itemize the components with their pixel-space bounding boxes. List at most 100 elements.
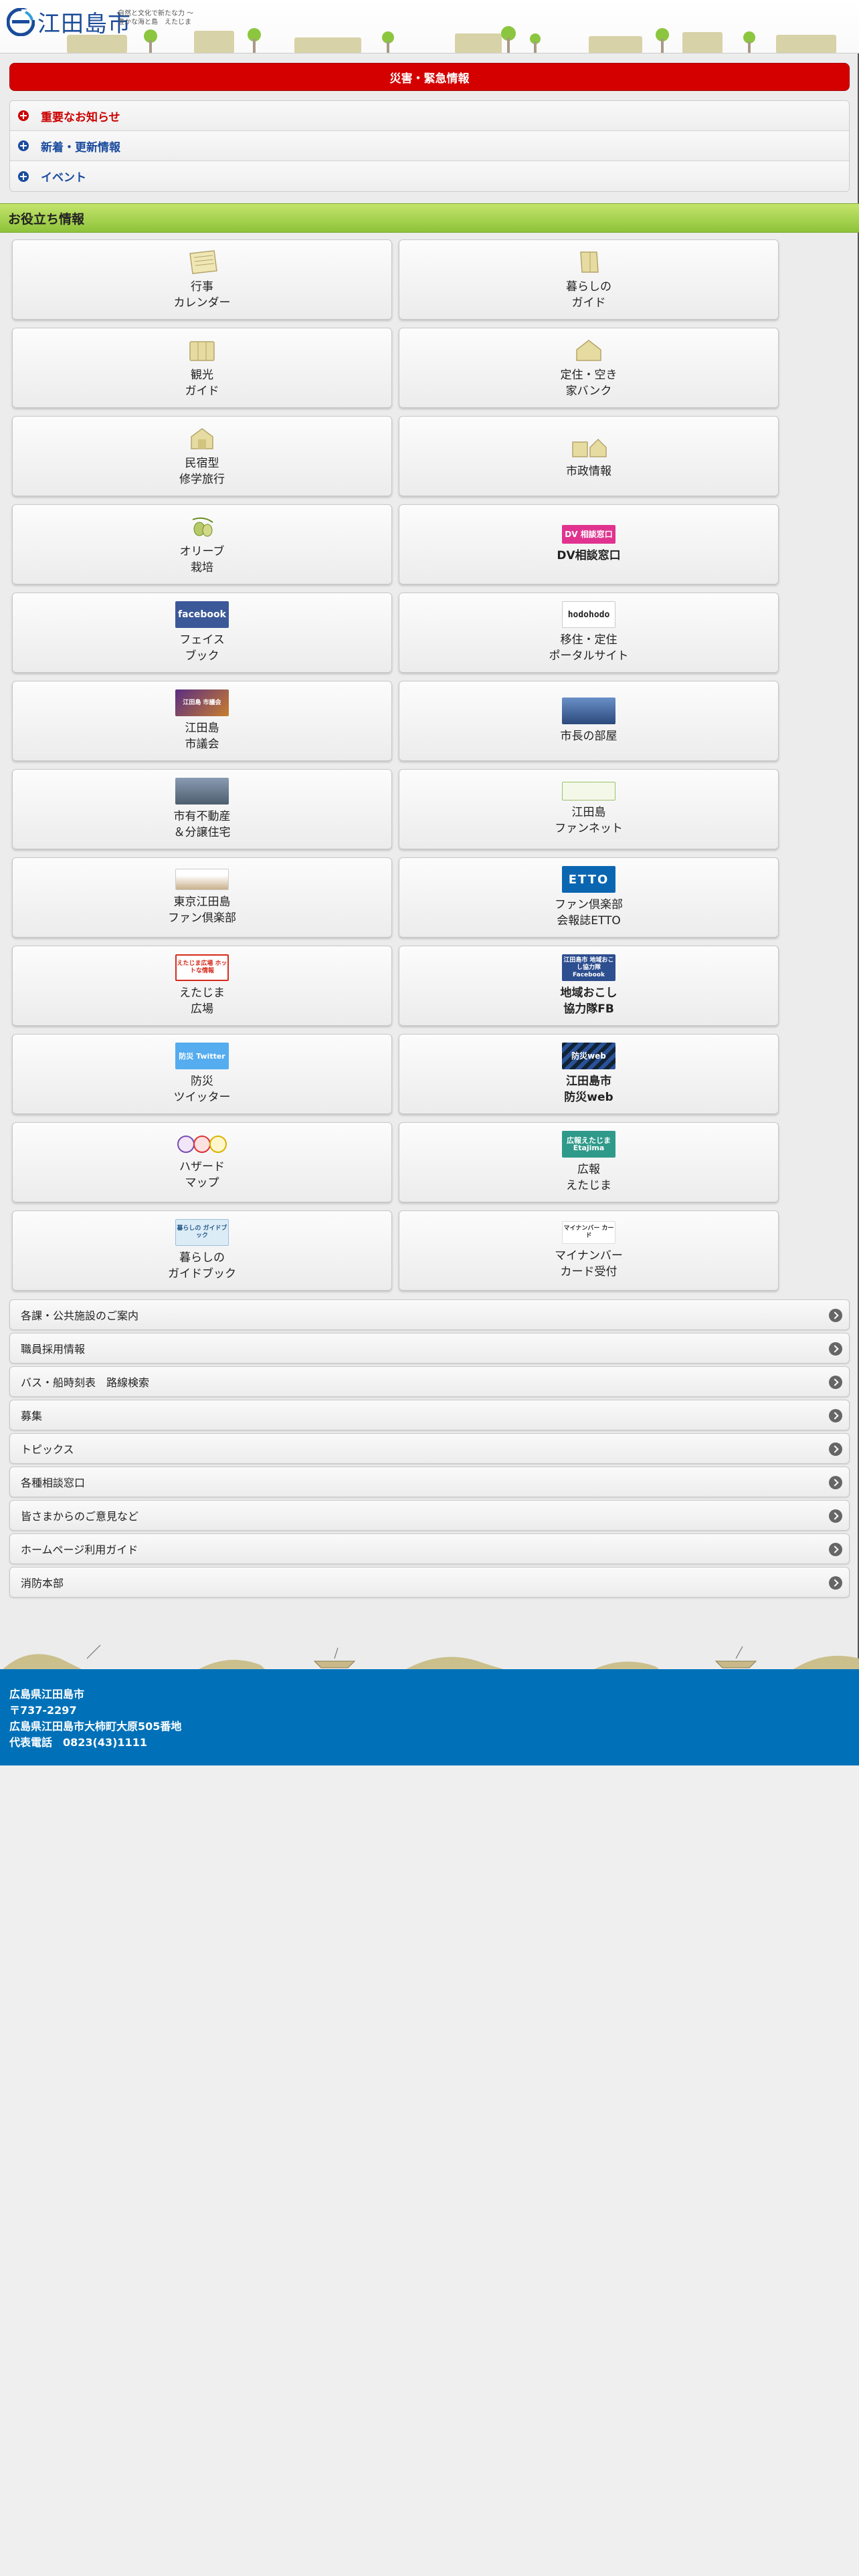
tile-label: 移住・定住 ポータルサイト [549, 633, 629, 663]
tile-label: 観光 ガイド [185, 368, 219, 398]
banner-text: 防災 Twitter [175, 1043, 229, 1069]
tile-mayors-room[interactable]: 市長の部屋 [399, 681, 779, 761]
plus-circle-icon [18, 110, 29, 121]
banner-text: DV 相談窓口 [562, 525, 615, 544]
lodging-icon [183, 425, 221, 451]
tile-city-real-estate[interactable]: 市有不動産 ＆分譲住宅 [12, 769, 392, 849]
footer-address: 広島県江田島市大柿町大原505番地 [9, 1720, 182, 1733]
tile-label: ファン倶楽部 会報誌ETTO [555, 898, 623, 928]
tile-settlement-vacant-house[interactable]: 定住・空き 家バンク [399, 328, 779, 408]
kouhou-banner-icon: 広報えたじま Etajima [562, 1131, 615, 1158]
tile-label: 江田島 ファンネット [555, 806, 623, 835]
emergency-info-button[interactable]: 災害・緊急情報 [9, 63, 850, 91]
banner-text: 江田島市 地域おこし協力隊 Facebook [562, 954, 615, 981]
tagline: 自然と文化で新たな力 ～豊かな海と島 えたじま [118, 10, 194, 26]
tile-label: 江田島市 防災web [564, 1075, 613, 1104]
tile-label: 民宿型 修学旅行 [179, 457, 225, 486]
tile-label: 市政情報 [566, 465, 611, 478]
tile-my-number-card[interactable]: マイナンバー カード マイナンバー カード受付 [399, 1210, 779, 1291]
tile-label: 防災 ツイッター [173, 1075, 231, 1104]
notice-new-updates[interactable]: 新着・更新情報 [10, 131, 849, 161]
tile-etajima-hiroba[interactable]: えたじま広場 ホットな情報 えたじま 広場 [12, 946, 392, 1026]
mayor-banner-icon [562, 697, 615, 724]
banner-text: 江田島 市議会 [175, 689, 229, 716]
tile-city-assembly[interactable]: 江田島 市議会 江田島 市議会 [12, 681, 392, 761]
guidebook-banner-icon: 暮らしの ガイドブック [175, 1219, 229, 1246]
tile-regional-revitalization-fb[interactable]: 江田島市 地域おこし協力隊 Facebook 地域おこし 協力隊FB [399, 946, 779, 1026]
link-departments-facilities[interactable]: 各課・公共施設のご案内 [9, 1299, 850, 1330]
link-fire-department[interactable]: 消防本部 [9, 1567, 850, 1598]
footer-postal-code: 〒737-2297 [9, 1704, 77, 1717]
facebook-banner-icon: facebook [175, 601, 229, 628]
tile-facebook[interactable]: facebook フェイス ブック [12, 593, 392, 673]
fannet-banner-icon [562, 782, 615, 800]
tile-disaster-twitter[interactable]: 防災 Twitter 防災 ツイッター [12, 1034, 392, 1114]
tile-label: 暮らしの ガイドブック [168, 1251, 236, 1281]
footer-org-name: 広島県江田島市 [9, 1688, 85, 1701]
tile-public-relations[interactable]: 広報えたじま Etajima 広報 えたじま [399, 1122, 779, 1202]
tile-label: 暮らしの ガイド [566, 280, 611, 310]
hodohodo-banner-icon: hodohodo [562, 601, 615, 628]
city-hall-icon [567, 433, 610, 459]
link-site-guide[interactable]: ホームページ利用ガイド [9, 1533, 850, 1564]
tile-dv-consultation[interactable]: DV 相談窓口 DV相談窓口 [399, 504, 779, 584]
link-consultation[interactable]: 各種相談窓口 [9, 1467, 850, 1497]
tile-tourism-guide[interactable]: 観光 ガイド [12, 328, 392, 408]
tile-tokyo-fan-club[interactable]: 東京江田島 ファン倶楽部 [12, 857, 392, 938]
chevron-right-icon [829, 1342, 842, 1356]
tile-municipal-info[interactable]: 市政情報 [399, 416, 779, 496]
banner-text: えたじま広場 ホットな情報 [175, 954, 229, 981]
bousai-twitter-banner-icon: 防災 Twitter [175, 1043, 229, 1069]
chevron-right-icon [829, 1376, 842, 1389]
footer-sea-illustration [0, 1644, 859, 1672]
tile-label: 東京江田島 ファン倶楽部 [168, 895, 236, 925]
link-label: ホームページ利用ガイド [21, 1543, 138, 1556]
site-header: 江田島市 自然と文化で新たな力 ～豊かな海と島 えたじま [0, 0, 859, 53]
calendar-icon [183, 248, 221, 275]
link-label: 職員採用情報 [21, 1343, 86, 1356]
tile-label: えたじま 広場 [179, 986, 225, 1016]
link-recruitment[interactable]: 職員採用情報 [9, 1333, 850, 1364]
chevron-right-icon [829, 1309, 842, 1322]
tile-hazard-map[interactable]: ハザード マップ [12, 1122, 392, 1202]
mynumber-banner-icon: マイナンバー カード [562, 1221, 615, 1244]
banner-text: マイナンバー カード [562, 1221, 615, 1244]
tile-fan-net[interactable]: 江田島 ファンネット [399, 769, 779, 849]
notice-label: 新着・更新情報 [41, 140, 120, 154]
banner-text: ETTO [562, 866, 615, 893]
page: 江田島市 自然と文化で新たな力 ～豊かな海と島 えたじま 災害・緊急情報 重要な… [0, 0, 859, 1765]
tile-label: 地域おこし 協力隊FB [560, 986, 617, 1016]
tile-label: DV相談窓口 [557, 549, 621, 562]
olive-icon [183, 513, 221, 540]
tile-olive-cultivation[interactable]: オリーブ 栽培 [12, 504, 392, 584]
notice-events[interactable]: イベント [10, 161, 849, 191]
tile-living-guide[interactable]: 暮らしの ガイド [399, 239, 779, 320]
chevron-right-icon [829, 1576, 842, 1590]
header-landscape-illustration [67, 26, 836, 53]
chevron-right-icon [829, 1509, 842, 1523]
link-recruiting[interactable]: 募集 [9, 1400, 850, 1430]
house-icon [570, 336, 607, 363]
tile-migration-portal[interactable]: hodohodo 移住・定住 ポータルサイト [399, 593, 779, 673]
tile-event-calendar[interactable]: 行事 カレンダー [12, 239, 392, 320]
link-opinions[interactable]: 皆さまからのご意見など [9, 1500, 850, 1531]
chevron-right-icon [829, 1543, 842, 1556]
tile-disaster-web[interactable]: 防災web 江田島市 防災web [399, 1034, 779, 1114]
tile-living-guidebook[interactable]: 暮らしの ガイドブック 暮らしの ガイドブック [12, 1210, 392, 1291]
link-timetable-route-search[interactable]: バス・船時刻表 路線検索 [9, 1366, 850, 1397]
site-footer: 広島県江田島市 〒737-2297 広島県江田島市大柿町大原505番地 代表電話… [0, 1669, 859, 1765]
link-label: 皆さまからのご意見など [21, 1510, 139, 1523]
banner-text: 防災web [562, 1043, 615, 1069]
link-label: 各種相談窓口 [21, 1477, 86, 1489]
link-label: 各課・公共施設のご案内 [21, 1309, 139, 1322]
tile-etto-newsletter[interactable]: ETTO ファン倶楽部 会報誌ETTO [399, 857, 779, 938]
notice-important[interactable]: 重要なお知らせ [10, 101, 849, 131]
tile-label: 市長の部屋 [560, 730, 617, 743]
link-topics[interactable]: トピックス [9, 1433, 850, 1464]
etajima-e-logo-icon [7, 7, 35, 36]
tile-school-trip-lodging[interactable]: 民宿型 修学旅行 [12, 416, 392, 496]
tokyo-fan-club-banner-icon [175, 869, 229, 890]
banner-text: facebook [175, 601, 229, 628]
assembly-banner-icon: 江田島 市議会 [175, 689, 229, 716]
link-list: 各課・公共施設のご案内 職員採用情報 バス・船時刻表 路線検索 募集 トピックス… [9, 1299, 850, 1600]
